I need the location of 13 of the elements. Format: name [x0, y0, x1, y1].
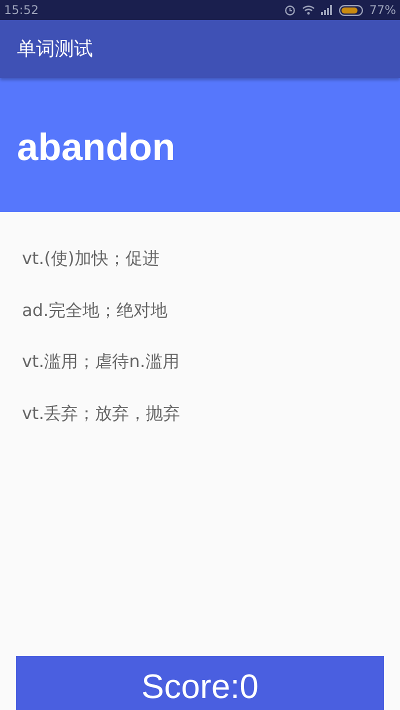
answer-option[interactable]: ad.完全地；绝对地 [22, 298, 168, 324]
answer-option[interactable]: vt.丢弃；放弃，抛弃 [22, 400, 180, 426]
answer-option[interactable]: vt.(使)加快；促进 [22, 246, 160, 272]
app-title: 单词测试 [17, 37, 93, 62]
status-time: 15:52 [4, 3, 39, 17]
answer-option[interactable]: vt.滥用；虐待n.滥用 [22, 349, 180, 375]
quiz-word: abandon [17, 126, 176, 170]
alarm-clock-icon [284, 4, 296, 16]
battery-icon [339, 4, 364, 16]
signal-icon [321, 5, 334, 15]
battery-percentage: 77% [369, 3, 396, 17]
wifi-icon [302, 5, 316, 15]
score-button[interactable]: Score:0 [16, 656, 384, 710]
